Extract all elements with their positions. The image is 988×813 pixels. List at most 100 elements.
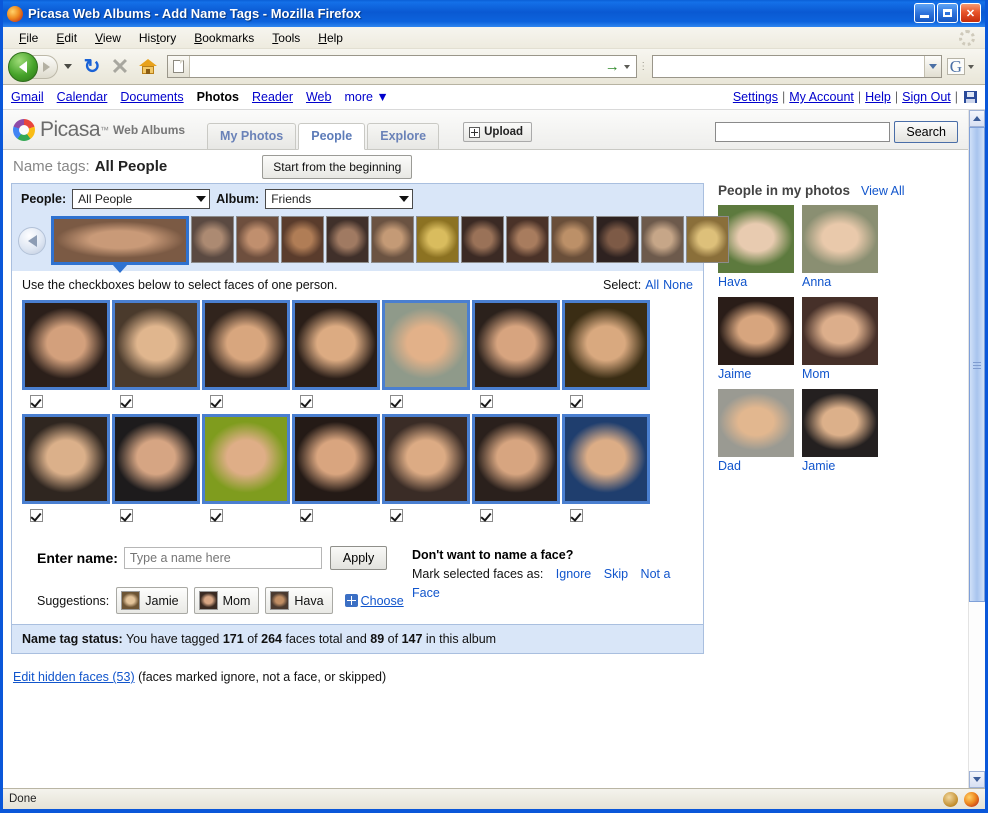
filmstrip-thumb[interactable]	[596, 216, 639, 263]
face-checkbox[interactable]	[30, 509, 43, 522]
menu-item-bookmarks[interactable]: Bookmarks	[185, 29, 263, 47]
maximize-button[interactable]	[937, 3, 958, 23]
gbar-link-help[interactable]: Help	[865, 90, 891, 104]
tab-explore[interactable]: Explore	[367, 123, 440, 149]
sidebar-person-name[interactable]: Jaime	[718, 367, 794, 381]
scrollbar-track[interactable]	[969, 127, 985, 771]
menu-item-tools[interactable]: Tools	[263, 29, 309, 47]
select-all-link[interactable]: All	[645, 278, 659, 292]
face-thumbnail[interactable]	[382, 414, 470, 504]
gbar-more-menu[interactable]: more ▼	[344, 90, 388, 104]
go-arrow-icon[interactable]: →	[601, 58, 624, 75]
apply-button[interactable]: Apply	[329, 546, 388, 570]
search-engine-dropdown[interactable]	[923, 56, 941, 77]
choose-control[interactable]: Choose	[344, 594, 404, 608]
sidebar-person-photo[interactable]	[718, 389, 794, 457]
stop-button[interactable]: ✕	[107, 54, 133, 80]
face-checkbox[interactable]	[300, 395, 313, 408]
sidebar-person[interactable]: Anna	[802, 205, 878, 289]
face-thumbnail[interactable]	[292, 300, 380, 390]
name-input[interactable]	[123, 547, 322, 569]
face-checkbox[interactable]	[30, 395, 43, 408]
tab-people[interactable]: People	[298, 123, 366, 150]
save-icon[interactable]	[964, 91, 977, 103]
face-thumbnail[interactable]	[562, 414, 650, 504]
back-button[interactable]	[8, 51, 38, 82]
scroll-down-button[interactable]	[969, 771, 985, 788]
view-all-link[interactable]: View All	[861, 184, 905, 198]
filmstrip-thumb[interactable]	[191, 216, 234, 263]
suggestion-button[interactable]: Jamie	[116, 587, 188, 614]
face-checkbox[interactable]	[300, 509, 313, 522]
sidebar-person-name[interactable]: Anna	[802, 275, 878, 289]
sidebar-person-photo[interactable]	[802, 205, 878, 273]
face-thumbnail[interactable]	[202, 300, 290, 390]
face-checkbox[interactable]	[120, 395, 133, 408]
face-thumbnail[interactable]	[112, 414, 200, 504]
sidebar-person-photo[interactable]	[718, 297, 794, 365]
face-thumbnail[interactable]	[472, 414, 560, 504]
start-from-beginning-button[interactable]: Start from the beginning	[262, 154, 413, 179]
google-search-icon[interactable]: G	[946, 58, 965, 75]
face-checkbox[interactable]	[480, 509, 493, 522]
face-checkbox[interactable]	[480, 395, 493, 408]
tab-my-photos[interactable]: My Photos	[207, 123, 297, 149]
gbar-link-sign-out[interactable]: Sign Out	[902, 90, 951, 104]
filmstrip-thumb[interactable]	[51, 216, 189, 273]
mark-skip-link[interactable]: Skip	[604, 567, 628, 581]
url-input[interactable]	[190, 57, 601, 76]
mark-ignore-link[interactable]: Ignore	[556, 567, 591, 581]
sidebar-person-photo[interactable]	[802, 297, 878, 365]
browser-search-input[interactable]	[652, 57, 924, 76]
search-options-icon[interactable]	[968, 64, 974, 69]
album-filter-select[interactable]: Friends	[265, 189, 414, 209]
face-thumbnail[interactable]	[562, 300, 650, 390]
sidebar-person[interactable]: Jaime	[718, 297, 794, 381]
picasa-search-button[interactable]: Search	[894, 121, 958, 143]
face-thumbnail[interactable]	[112, 300, 200, 390]
face-thumbnail[interactable]	[472, 300, 560, 390]
page-scrollbar[interactable]	[968, 110, 985, 788]
edit-hidden-faces-link[interactable]: Edit hidden faces (53)	[13, 670, 135, 684]
browser-search-bar[interactable]	[651, 55, 942, 78]
upload-button[interactable]: Upload	[463, 122, 533, 142]
face-checkbox[interactable]	[210, 395, 223, 408]
sidebar-person[interactable]: Jamie	[802, 389, 878, 473]
gbar-link-calendar[interactable]: Calendar	[57, 90, 108, 104]
menu-item-edit[interactable]: Edit	[47, 29, 86, 47]
firefox-status-icon[interactable]	[964, 791, 979, 807]
reload-button[interactable]: ↻	[79, 54, 105, 80]
people-filter-select[interactable]: All People	[72, 189, 211, 209]
menu-item-file[interactable]: File	[10, 29, 47, 47]
menu-item-view[interactable]: View	[86, 29, 130, 47]
sidebar-person-name[interactable]: Jamie	[802, 459, 878, 473]
face-checkbox[interactable]	[390, 395, 403, 408]
gbar-link-documents[interactable]: Documents	[120, 90, 183, 104]
sidebar-person[interactable]: Dad	[718, 389, 794, 473]
sidebar-person-photo[interactable]	[718, 205, 794, 273]
filmstrip-thumb[interactable]	[641, 216, 684, 263]
face-checkbox[interactable]	[120, 509, 133, 522]
suggestion-button[interactable]: Mom	[193, 587, 260, 614]
home-button[interactable]	[135, 54, 161, 80]
filmstrip-thumb[interactable]	[236, 216, 279, 263]
face-checkbox[interactable]	[570, 395, 583, 408]
history-dropdown-icon[interactable]	[64, 64, 72, 69]
picasa-logo[interactable]: Picasa ™ Web Albums	[13, 118, 185, 149]
face-thumbnail[interactable]	[22, 300, 110, 390]
go-dropdown-icon[interactable]	[623, 64, 630, 69]
face-thumbnail[interactable]	[382, 300, 470, 390]
monkey-icon[interactable]	[943, 791, 958, 807]
scrollbar-thumb[interactable]	[969, 127, 985, 602]
minimize-button[interactable]	[914, 3, 935, 23]
face-thumbnail[interactable]	[292, 414, 380, 504]
gbar-link-web[interactable]: Web	[306, 90, 331, 104]
filmstrip-thumb[interactable]	[371, 216, 414, 263]
filmstrip-thumb[interactable]	[281, 216, 324, 263]
filmstrip-thumb[interactable]	[461, 216, 504, 263]
filmstrip-prev-button[interactable]	[18, 226, 46, 255]
face-checkbox[interactable]	[570, 509, 583, 522]
gbar-link-reader[interactable]: Reader	[252, 90, 293, 104]
gbar-link-gmail[interactable]: Gmail	[11, 90, 44, 104]
picasa-search-input[interactable]	[715, 122, 891, 142]
